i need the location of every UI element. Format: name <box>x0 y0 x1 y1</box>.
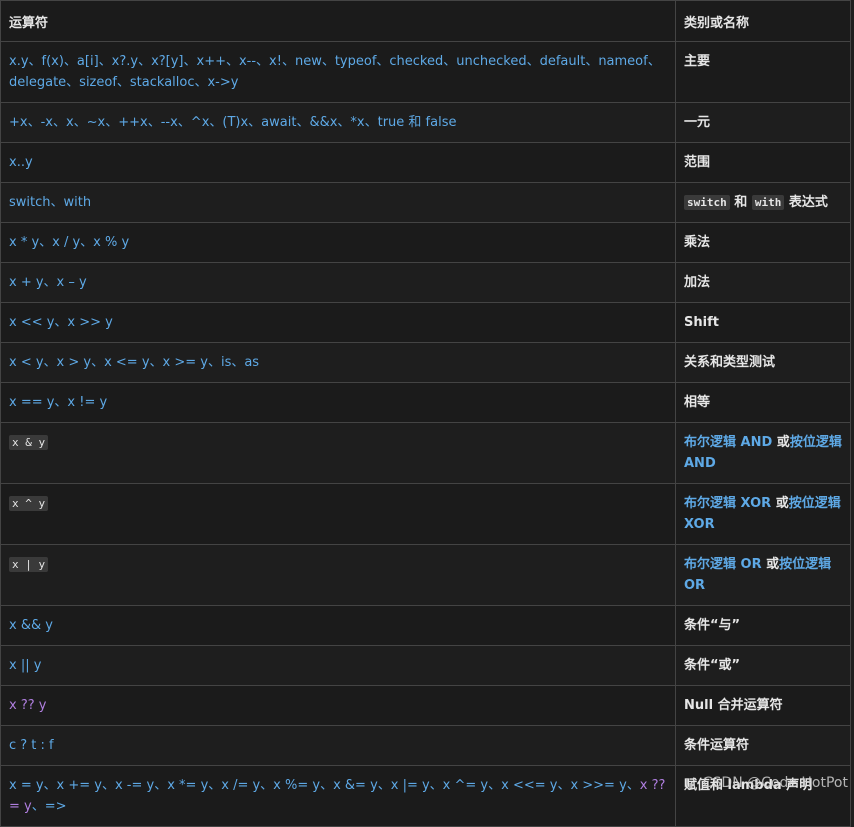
category-cell: 布尔逻辑 OR 或按位逻辑 OR <box>675 544 851 606</box>
operator-link[interactable]: x == y、x != y <box>9 395 107 410</box>
table-header-row: 运算符 类别或名称 <box>0 0 851 42</box>
table-row: x == y、x != y 相等 <box>0 382 851 423</box>
operator-link[interactable]: x * y、x / y、x % y <box>9 235 129 250</box>
category-link[interactable]: 布尔逻辑 AND <box>684 435 772 450</box>
category-link[interactable]: 布尔逻辑 XOR <box>684 496 771 511</box>
table-row: x * y、x / y、x % y 乘法 <box>0 222 851 263</box>
category-cell: switch 和 with 表达式 <box>675 182 851 223</box>
operator-link[interactable]: switch、with <box>9 195 91 210</box>
operator-link[interactable]: x = y、x += y、x -= y、x *= y、x /= y、x %= y… <box>9 778 640 793</box>
category-cell: 加法 <box>675 262 851 303</box>
table-row: x ^ y 布尔逻辑 XOR 或按位逻辑 XOR <box>0 483 851 545</box>
operator-cell: +x、-x、x、~x、++x、--x、^x、(T)x、await、&&x、*x、… <box>0 102 676 143</box>
category-cell: 条件“与” <box>675 605 851 646</box>
operator-cell: x && y <box>0 605 676 646</box>
category-cell: 条件“或” <box>675 645 851 686</box>
table-row: x << y、x >> y Shift <box>0 302 851 343</box>
operator-link[interactable]: +x、-x、x、~x、++x、--x、^x、(T)x、await、&&x、*x、… <box>9 115 456 130</box>
operator-table: 运算符 类别或名称 x.y、f(x)、a[i]、x?.y、x?[y]、x++、x… <box>0 0 851 827</box>
table-row: x.y、f(x)、a[i]、x?.y、x?[y]、x++、x--、x!、new、… <box>0 41 851 103</box>
operator-link[interactable]: x..y <box>9 155 33 170</box>
table-row: switch、with switch 和 with 表达式 <box>0 182 851 223</box>
operator-link[interactable]: x + y、x – y <box>9 275 87 290</box>
operator-cell: x << y、x >> y <box>0 302 676 343</box>
category-text: 和 <box>734 195 748 210</box>
category-text: 或 <box>775 496 789 511</box>
operator-cell: c ? t : f <box>0 725 676 766</box>
category-cell: 布尔逻辑 AND 或按位逻辑 AND <box>675 422 851 484</box>
inline-code: x & y <box>9 435 49 450</box>
table-row: c ? t : f 条件运算符 <box>0 725 851 766</box>
table-row: x && y 条件“与” <box>0 605 851 646</box>
table-row: x ?? y Null 合并运算符 <box>0 685 851 726</box>
operator-cell: x.y、f(x)、a[i]、x?.y、x?[y]、x++、x--、x!、new、… <box>0 41 676 103</box>
operator-cell: switch、with <box>0 182 676 223</box>
header-operator: 运算符 <box>0 0 676 42</box>
category-text: 或 <box>776 435 790 450</box>
operator-link[interactable]: x << y、x >> y <box>9 315 113 330</box>
category-cell: 关系和类型测试 <box>675 342 851 383</box>
category-cell: 主要 <box>675 41 851 103</box>
operator-cell: x | y <box>0 544 676 606</box>
operator-cell: x < y、x > y、x <= y、x >= y、is、as <box>0 342 676 383</box>
category-cell: 范围 <box>675 142 851 183</box>
category-cell: 条件运算符 <box>675 725 851 766</box>
category-cell: Null 合并运算符 <box>675 685 851 726</box>
inline-code: switch <box>684 195 730 210</box>
inline-code: x | y <box>9 557 49 572</box>
category-link[interactable]: 布尔逻辑 OR <box>684 557 762 572</box>
operator-link[interactable]: 、=> <box>32 799 67 814</box>
operator-link[interactable]: x < y、x > y、x <= y、x >= y、is、as <box>9 355 259 370</box>
operator-link[interactable]: x.y、f(x)、a[i]、x?.y、x?[y]、x++、x--、x!、new、… <box>9 54 661 90</box>
inline-code: with <box>751 195 785 210</box>
category-cell: 乘法 <box>675 222 851 263</box>
category-text: 表达式 <box>788 195 828 210</box>
table-row: x | y 布尔逻辑 OR 或按位逻辑 OR <box>0 544 851 606</box>
table-row: x + y、x – y 加法 <box>0 262 851 303</box>
operator-link[interactable]: x && y <box>9 618 53 633</box>
operator-cell: x || y <box>0 645 676 686</box>
category-cell: 布尔逻辑 XOR 或按位逻辑 XOR <box>675 483 851 545</box>
category-cell: Shift <box>675 302 851 343</box>
operator-link[interactable]: x ?? y <box>9 698 46 713</box>
operator-cell: x & y <box>0 422 676 484</box>
category-cell: 相等 <box>675 382 851 423</box>
category-cell: 一元 <box>675 102 851 143</box>
operator-link[interactable]: c ? t : f <box>9 738 54 753</box>
operator-cell: x == y、x != y <box>0 382 676 423</box>
table-row: +x、-x、x、~x、++x、--x、^x、(T)x、await、&&x、*x、… <box>0 102 851 143</box>
header-category: 类别或名称 <box>675 0 851 42</box>
operator-cell: x * y、x / y、x % y <box>0 222 676 263</box>
operator-cell: x ^ y <box>0 483 676 545</box>
category-text: 或 <box>766 557 780 572</box>
table-row: x..y 范围 <box>0 142 851 183</box>
operator-link[interactable]: x || y <box>9 658 41 673</box>
operator-cell: x..y <box>0 142 676 183</box>
inline-code: x ^ y <box>9 496 49 511</box>
table-row: x < y、x > y、x <= y、x >= y、is、as 关系和类型测试 <box>0 342 851 383</box>
table-row: x || y 条件“或” <box>0 645 851 686</box>
table-row: x & y 布尔逻辑 AND 或按位逻辑 AND <box>0 422 851 484</box>
operator-cell: x + y、x – y <box>0 262 676 303</box>
watermark: CSDN @Code HotPot <box>702 775 848 791</box>
operator-cell: x ?? y <box>0 685 676 726</box>
operator-cell: x = y、x += y、x -= y、x *= y、x /= y、x %= y… <box>0 765 676 827</box>
